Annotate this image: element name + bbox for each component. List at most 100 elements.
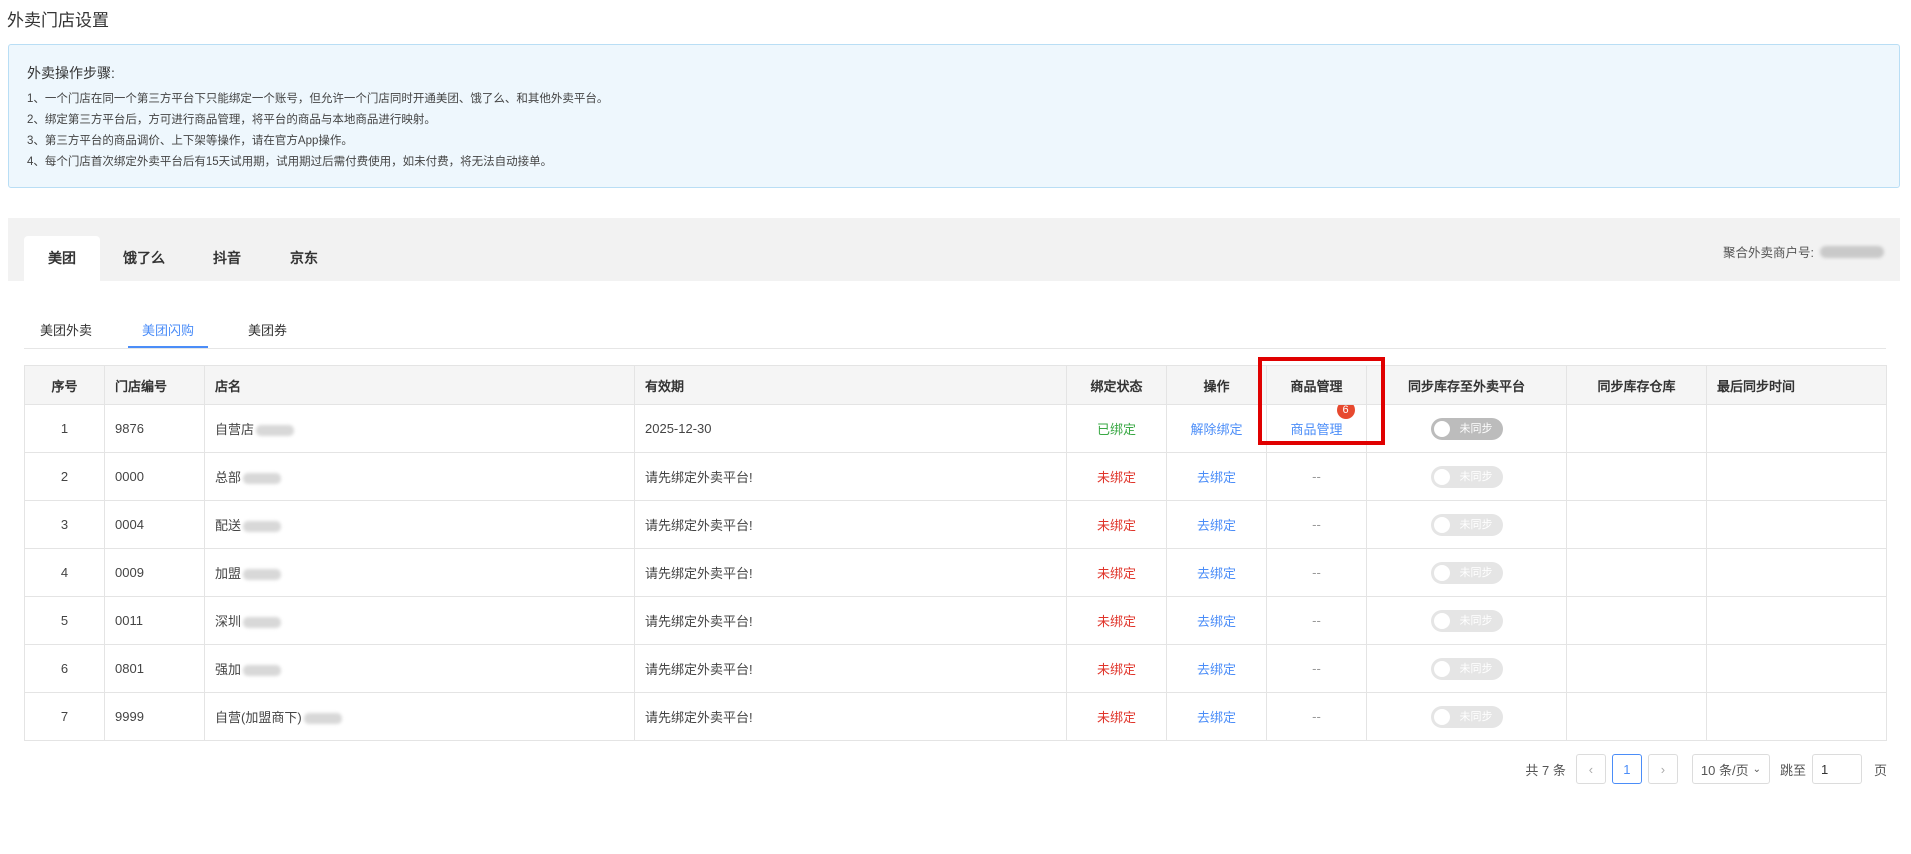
tab-eleme[interactable]: 饿了么 bbox=[123, 236, 165, 281]
subtab-meituan-shangou[interactable]: 美团闪购 bbox=[128, 318, 209, 348]
cell-sync-warehouse bbox=[1566, 644, 1707, 693]
cell-store-code: 0801 bbox=[104, 644, 205, 693]
cell-goods-manage: -- bbox=[1266, 692, 1367, 741]
cell-last-sync bbox=[1706, 692, 1887, 741]
cell-validity: 请先绑定外卖平台! bbox=[634, 644, 1067, 693]
cell-last-sync bbox=[1706, 404, 1887, 453]
goods-manage-link[interactable]: 商品管理 6 bbox=[1290, 405, 1355, 438]
bind-link[interactable]: 去绑定 bbox=[1197, 470, 1236, 485]
cell-bind-status: 未绑定 bbox=[1066, 500, 1167, 549]
cell-last-sync bbox=[1706, 452, 1887, 501]
cell-bind-status: 未绑定 bbox=[1066, 452, 1167, 501]
cell-last-sync bbox=[1706, 596, 1887, 645]
notice-line: 2、绑定第三方平台后，方可进行商品管理，将平台的商品与本地商品进行映射。 bbox=[27, 114, 436, 126]
cell-store-code: 0009 bbox=[104, 548, 205, 597]
table-row: 2 0000 总部 请先绑定外卖平台! 未绑定 去绑定 -- 未同步 bbox=[24, 452, 1887, 501]
cell-store-code: 9999 bbox=[104, 692, 205, 741]
subtab-meituan-waimai[interactable]: 美团外卖 bbox=[40, 318, 92, 348]
toggle-label: 未同步 bbox=[1459, 614, 1493, 627]
cell-store-code: 0011 bbox=[104, 596, 205, 645]
cell-validity: 请先绑定外卖平台! bbox=[634, 548, 1067, 597]
col-header: 最后同步时间 bbox=[1706, 365, 1887, 405]
notice-title: 外卖操作步骤: bbox=[27, 65, 115, 81]
goods-empty: -- bbox=[1312, 613, 1321, 628]
sync-stock-toggle[interactable]: 未同步 bbox=[1430, 417, 1503, 440]
notice-line: 4、每个门店首次绑定外卖平台后有15天试用期，试用期过后需付费使用，如未付费，将… bbox=[27, 156, 553, 168]
tab-douyin[interactable]: 抖音 bbox=[213, 236, 241, 281]
cell-validity: 请先绑定外卖平台! bbox=[634, 596, 1067, 645]
cell-last-sync bbox=[1706, 644, 1887, 693]
cell-sync-toggle: 未同步 bbox=[1366, 404, 1567, 453]
cell-store-name: 强加 bbox=[204, 644, 635, 693]
cell-sync-toggle: 未同步 bbox=[1366, 500, 1567, 549]
cell-goods-manage: -- bbox=[1266, 452, 1367, 501]
tab-meituan[interactable]: 美团 bbox=[24, 236, 100, 281]
cell-store-code: 9876 bbox=[104, 404, 205, 453]
cell-bind-status: 未绑定 bbox=[1066, 596, 1167, 645]
col-header: 商品管理 bbox=[1266, 365, 1367, 405]
merchant-id-redacted bbox=[1820, 245, 1884, 258]
cell-bind-status: 未绑定 bbox=[1066, 692, 1167, 741]
table-row: 7 9999 自营(加盟商下) 请先绑定外卖平台! 未绑定 去绑定 -- 未同步 bbox=[24, 692, 1887, 741]
cell-action: 去绑定 bbox=[1166, 548, 1267, 597]
cell-no: 2 bbox=[24, 452, 105, 501]
cell-no: 5 bbox=[24, 596, 105, 645]
page-size-value: 10 条/页 bbox=[1700, 762, 1749, 778]
store-name: 总部 bbox=[215, 470, 242, 485]
cell-sync-toggle: 未同步 bbox=[1366, 596, 1567, 645]
bind-link[interactable]: 去绑定 bbox=[1197, 662, 1236, 677]
chevron-down-icon: ⌄ bbox=[1752, 763, 1761, 775]
toggle-knob bbox=[1433, 564, 1450, 581]
cell-goods-manage: 商品管理 6 bbox=[1266, 404, 1367, 453]
cell-no: 6 bbox=[24, 644, 105, 693]
unbind-link[interactable]: 解除绑定 bbox=[1190, 422, 1242, 437]
cell-sync-toggle: 未同步 bbox=[1366, 692, 1567, 741]
cell-store-code: 0004 bbox=[104, 500, 205, 549]
subtab-meituan-coupon[interactable]: 美团券 bbox=[248, 318, 287, 348]
toggle-label: 未同步 bbox=[1459, 422, 1493, 435]
cell-validity: 请先绑定外卖平台! bbox=[634, 500, 1067, 549]
sync-stock-toggle[interactable]: 未同步 bbox=[1430, 513, 1503, 536]
cell-sync-warehouse bbox=[1566, 500, 1707, 549]
sync-stock-toggle[interactable]: 未同步 bbox=[1430, 609, 1503, 632]
goods-empty: -- bbox=[1312, 517, 1321, 532]
cell-goods-manage: -- bbox=[1266, 596, 1367, 645]
bind-link[interactable]: 去绑定 bbox=[1197, 710, 1236, 725]
cell-bind-status: 未绑定 bbox=[1066, 644, 1167, 693]
page-1-button[interactable]: 1 bbox=[1611, 754, 1642, 784]
goto-page-input[interactable] bbox=[1811, 754, 1862, 784]
cell-sync-warehouse bbox=[1566, 404, 1707, 453]
prev-page-button[interactable]: ‹ bbox=[1575, 754, 1606, 784]
sync-stock-toggle[interactable]: 未同步 bbox=[1430, 561, 1503, 584]
cell-sync-warehouse bbox=[1566, 452, 1707, 501]
cell-action: 去绑定 bbox=[1166, 596, 1267, 645]
platform-tab-bar: 美团 饿了么 抖音 京东 聚合外卖商户号: bbox=[8, 218, 1900, 281]
goods-empty: -- bbox=[1312, 469, 1321, 484]
cell-validity: 2025-12-30 bbox=[634, 404, 1067, 453]
goods-count-badge: 6 bbox=[1336, 405, 1355, 419]
cell-sync-warehouse bbox=[1566, 692, 1707, 741]
sync-stock-toggle[interactable]: 未同步 bbox=[1430, 705, 1503, 728]
goods-empty: -- bbox=[1312, 565, 1321, 580]
bind-link[interactable]: 去绑定 bbox=[1197, 518, 1236, 533]
pagination: 共 7 条 ‹ 1 › 10 条/页 ⌄ 跳至 页 bbox=[1525, 754, 1887, 784]
cell-action: 去绑定 bbox=[1166, 644, 1267, 693]
bind-link[interactable]: 去绑定 bbox=[1197, 566, 1236, 581]
redacted-text bbox=[243, 569, 282, 581]
cell-store-code: 0000 bbox=[104, 452, 205, 501]
notice-line: 1、一个门店在同一个第三方平台下只能绑定一个账号，但允许一个门店同时开通美团、饿… bbox=[27, 93, 609, 105]
col-header: 同步库存仓库 bbox=[1566, 365, 1707, 405]
sync-stock-toggle[interactable]: 未同步 bbox=[1430, 465, 1503, 488]
sync-stock-toggle[interactable]: 未同步 bbox=[1430, 657, 1503, 680]
page-size-select[interactable]: 10 条/页 ⌄ bbox=[1691, 754, 1770, 784]
toggle-knob bbox=[1433, 516, 1450, 533]
redacted-text bbox=[243, 521, 282, 533]
bind-link[interactable]: 去绑定 bbox=[1197, 614, 1236, 629]
store-name: 自营店 bbox=[215, 422, 255, 437]
next-page-button[interactable]: › bbox=[1647, 754, 1678, 784]
cell-action: 去绑定 bbox=[1166, 692, 1267, 741]
notice-panel: 外卖操作步骤: 1、一个门店在同一个第三方平台下只能绑定一个账号，但允许一个门店… bbox=[8, 44, 1900, 188]
cell-action: 解除绑定 bbox=[1166, 404, 1267, 453]
tab-jingdong[interactable]: 京东 bbox=[290, 236, 318, 281]
cell-no: 1 bbox=[24, 404, 105, 453]
